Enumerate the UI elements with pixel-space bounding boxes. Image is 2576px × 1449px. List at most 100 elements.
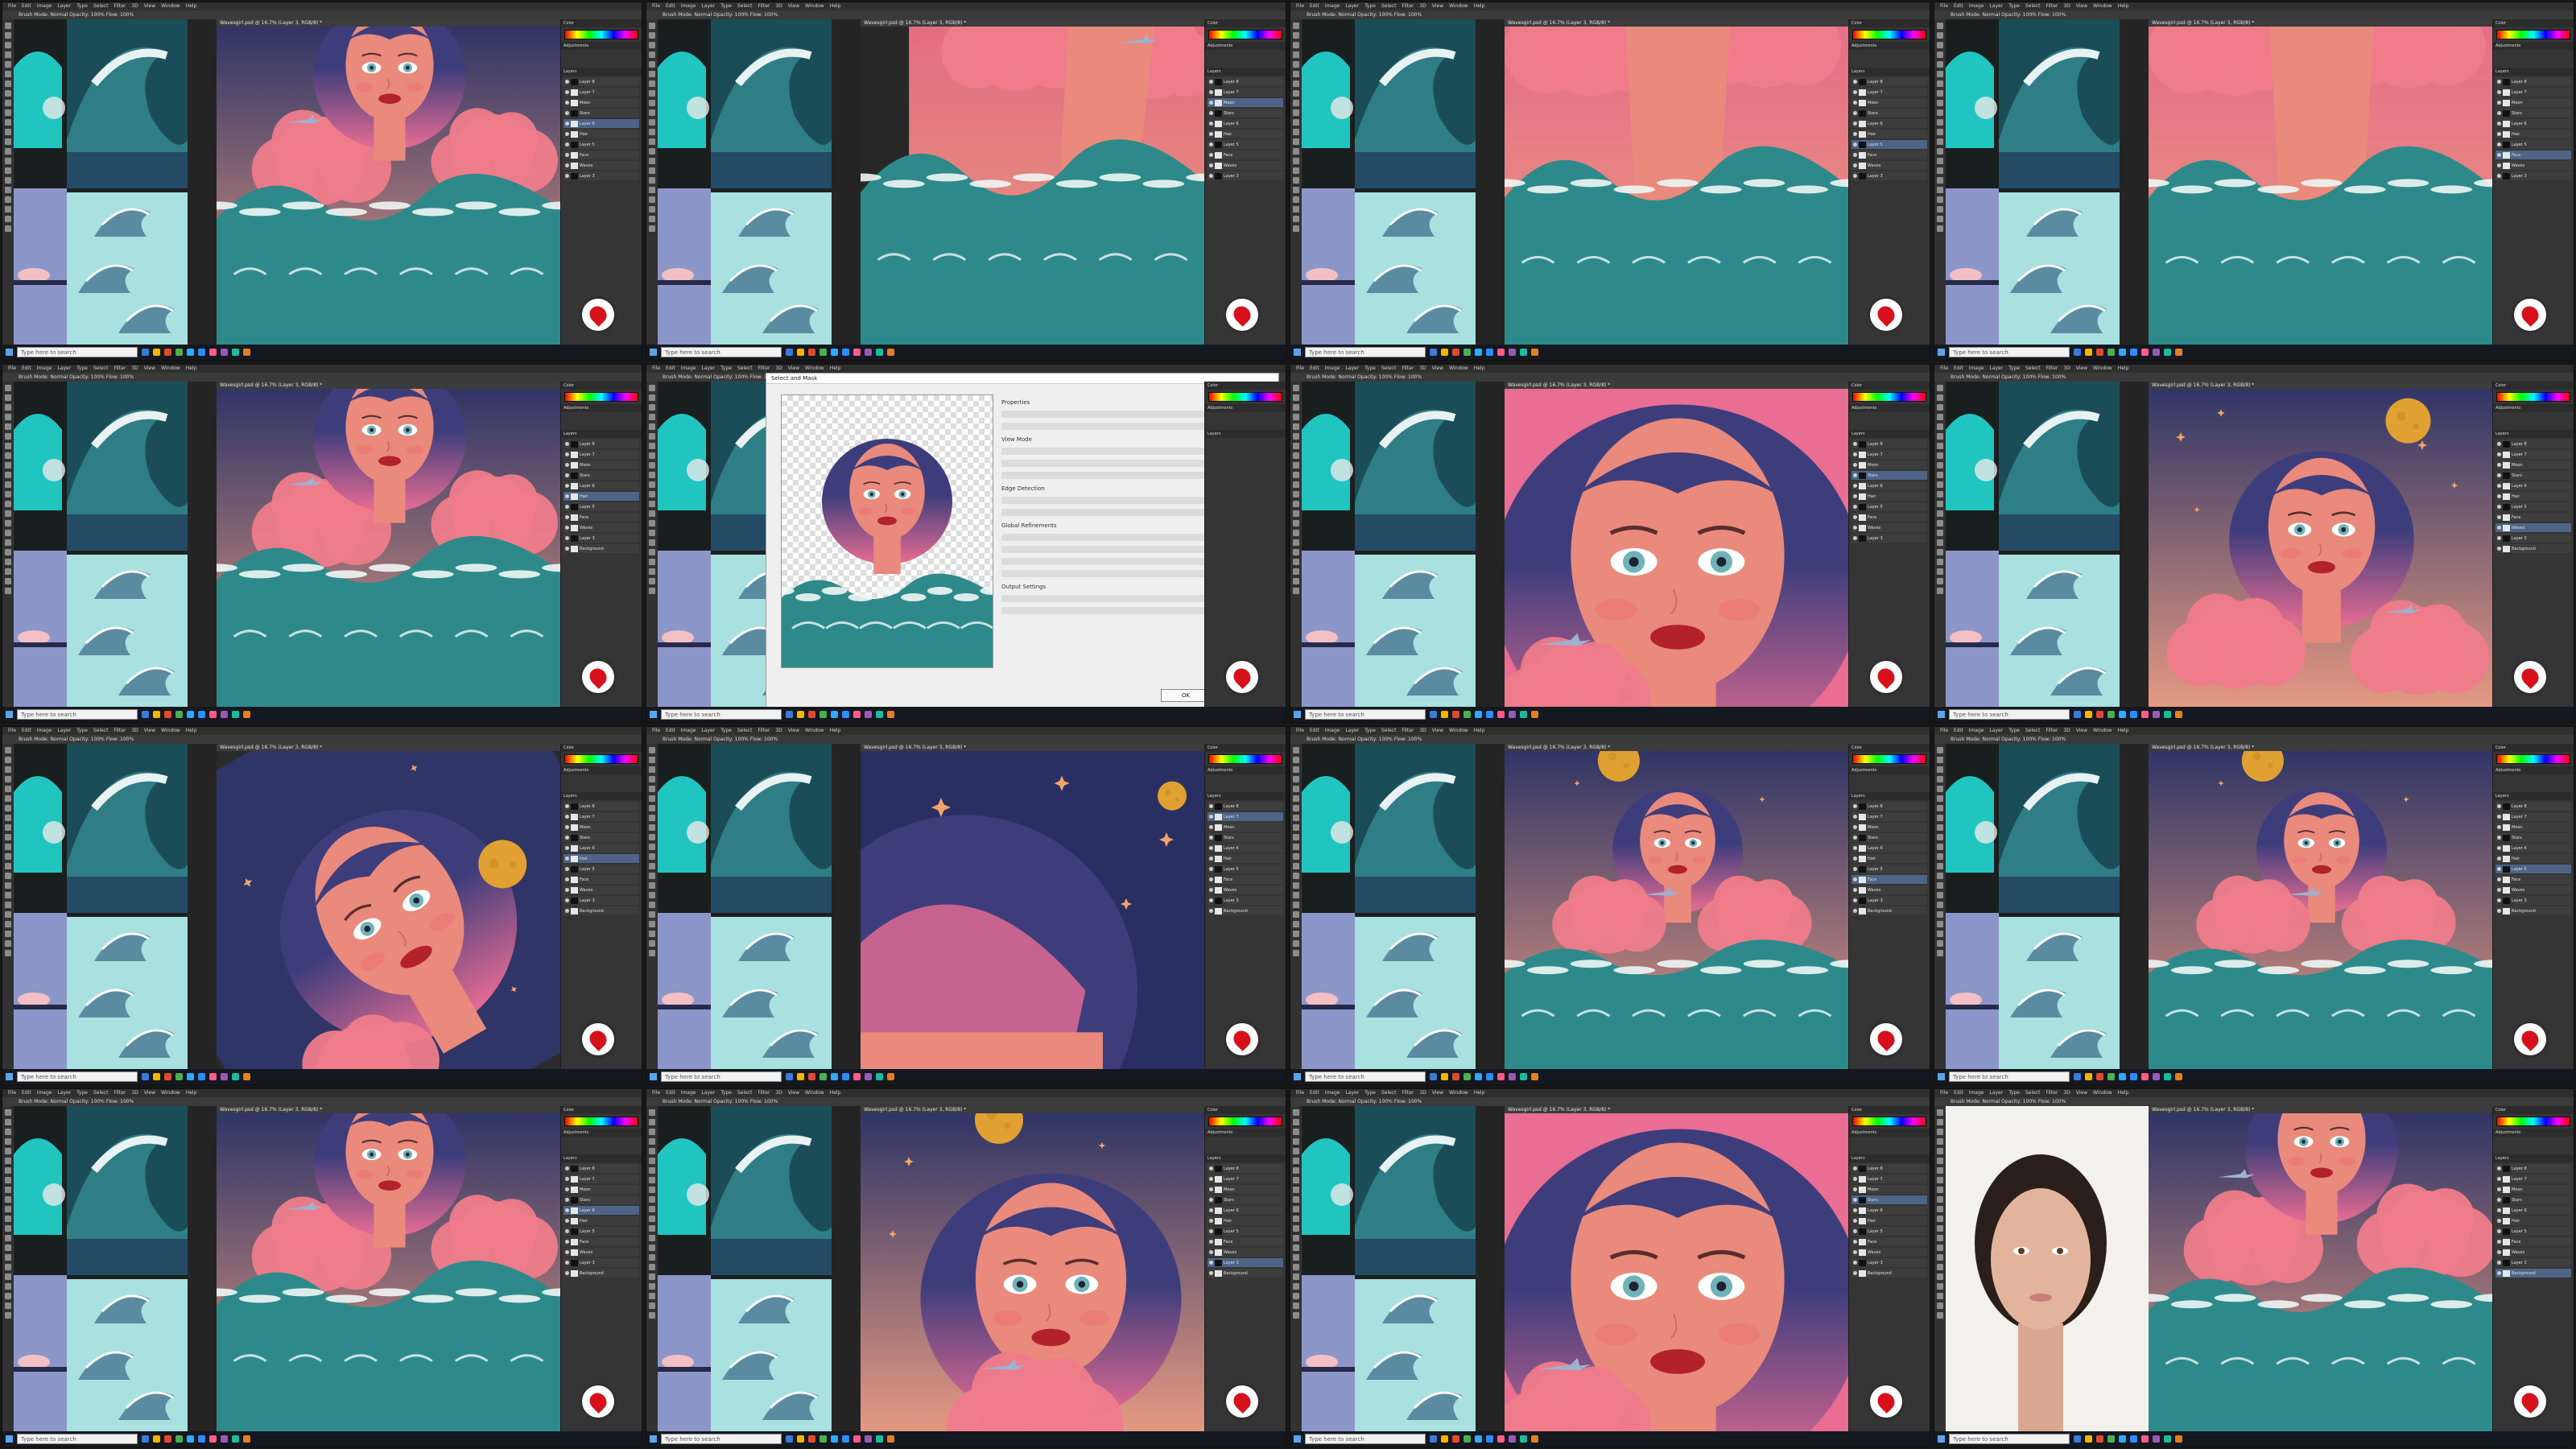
tool-icon[interactable] [1937, 1235, 1943, 1241]
taskbar-search-input[interactable]: Type here to search [1305, 347, 1426, 357]
tool-icon[interactable] [1293, 863, 1299, 869]
eye-icon[interactable] [2497, 442, 2501, 446]
tool-icon[interactable] [5, 931, 11, 937]
tool-icon[interactable] [1293, 911, 1299, 918]
taskbar-app-icon[interactable] [221, 1073, 228, 1080]
tool-icon[interactable] [5, 892, 11, 898]
taskbar-app-icon[interactable] [2164, 1073, 2171, 1080]
tool-icon[interactable] [1293, 1196, 1299, 1203]
menu-item[interactable]: Type [2008, 1090, 2020, 1096]
tool-icon[interactable] [1293, 931, 1299, 937]
eye-icon[interactable] [2497, 505, 2501, 509]
taskbar-app-icon[interactable] [198, 349, 205, 356]
menu-item[interactable]: View [2076, 365, 2087, 371]
menu-item[interactable]: File [1940, 728, 1948, 733]
color-panel-title[interactable]: Color [1205, 744, 1286, 752]
menu-item[interactable]: Filter [1402, 365, 1414, 371]
menu-item[interactable]: Type [720, 1090, 732, 1096]
layer-row[interactable]: Layer 6 [564, 1206, 639, 1215]
tool-icon[interactable] [1937, 42, 1943, 48]
canvas[interactable] [217, 27, 563, 345]
taskbar-app-icon[interactable] [153, 711, 160, 718]
taskbar-app-icon[interactable] [786, 1073, 793, 1080]
tool-icon[interactable] [649, 911, 655, 918]
tool-icon[interactable] [5, 491, 11, 497]
taskbar-app-icon[interactable] [808, 1435, 815, 1443]
eye-icon[interactable] [2497, 1250, 2501, 1254]
eye-icon[interactable] [2497, 132, 2501, 136]
layer-row[interactable]: Layer 3 [564, 1258, 639, 1267]
taskbar-app-icon[interactable] [2107, 1073, 2115, 1080]
layer-row[interactable]: Layer 7 [564, 812, 639, 821]
taskbar-search-input[interactable]: Type here to search [17, 1434, 138, 1444]
eye-icon[interactable] [1209, 1250, 1213, 1254]
layer-row[interactable]: Face [564, 875, 639, 884]
windows-start-icon[interactable] [1294, 349, 1301, 356]
eye-icon[interactable] [1853, 122, 1857, 126]
layer-row[interactable]: Layer 7 [1852, 812, 1927, 821]
menu-item[interactable]: Edit [1310, 1090, 1319, 1096]
tool-icon[interactable] [1937, 539, 1943, 546]
tool-icon[interactable] [649, 414, 655, 420]
taskbar-app-icon[interactable] [865, 1435, 872, 1443]
color-panel-title[interactable]: Color [1205, 19, 1286, 27]
tool-icon[interactable] [1293, 32, 1299, 39]
menu-item[interactable]: Window [2093, 1090, 2112, 1096]
tool-icon[interactable] [5, 196, 11, 203]
tool-icon[interactable] [1937, 1293, 1943, 1299]
tool-icon[interactable] [5, 129, 11, 135]
taskbar-app-icon[interactable] [1531, 1073, 1538, 1080]
tool-icon[interactable] [1293, 844, 1299, 850]
tool-icon[interactable] [1293, 530, 1299, 536]
tool-icon[interactable] [1293, 196, 1299, 203]
layers-panel-title[interactable]: Layers [1849, 792, 1930, 800]
taskbar-search-input[interactable]: Type here to search [1305, 1434, 1426, 1444]
layer-row[interactable]: Hair [1208, 130, 1283, 138]
tool-icon[interactable] [649, 520, 655, 526]
menu-item[interactable]: Image [1969, 728, 1984, 733]
tool-icon[interactable] [5, 1187, 11, 1193]
menu-item[interactable]: Type [2008, 365, 2020, 371]
eye-icon[interactable] [1853, 1198, 1857, 1202]
tool-icon[interactable] [649, 757, 655, 763]
eye-icon[interactable] [565, 505, 569, 509]
layer-row[interactable]: Hair [2496, 854, 2571, 863]
tool-icon[interactable] [5, 549, 11, 555]
canvas[interactable] [217, 389, 563, 707]
options-text[interactable]: Brush Mode: Normal Opacity: 100% Flow: 1… [1307, 1099, 1422, 1104]
layer-row[interactable]: Moon [564, 823, 639, 832]
menu-item[interactable]: File [1940, 365, 1948, 371]
tool-icon[interactable] [649, 187, 655, 193]
taskbar-app-icon[interactable] [842, 1435, 849, 1443]
color-panel-title[interactable]: Color [561, 1106, 642, 1114]
taskbar-app-icon[interactable] [209, 349, 217, 356]
tool-icon[interactable] [649, 443, 655, 449]
menu-item[interactable]: Help [1474, 3, 1485, 9]
menu-item[interactable]: Edit [1310, 728, 1319, 733]
layer-row[interactable]: Layer 3 [2496, 896, 2571, 905]
document-tab[interactable]: Wavesgirl.psd @ 16.7% (Layer 3, RGB/8) * [1505, 1106, 1851, 1113]
menu-item[interactable]: Edit [666, 365, 675, 371]
menu-item[interactable]: Type [76, 728, 88, 733]
menu-item[interactable]: Image [1325, 3, 1340, 9]
tool-icon[interactable] [5, 1293, 11, 1299]
color-panel-title[interactable]: Color [1205, 382, 1286, 390]
tool-icon[interactable] [649, 1264, 655, 1270]
canvas[interactable] [861, 27, 1207, 345]
layer-row[interactable]: Layer 8 [564, 440, 639, 448]
eye-icon[interactable] [2497, 452, 2501, 456]
layer-row[interactable]: Background [1208, 906, 1283, 915]
layer-row[interactable]: Layer 8 [1852, 1164, 1927, 1173]
canvas[interactable] [2149, 389, 2495, 707]
eye-icon[interactable] [565, 442, 569, 446]
layer-row[interactable]: Layer 3 [1852, 896, 1927, 905]
eye-icon[interactable] [565, 1250, 569, 1254]
taskbar-app-icon[interactable] [797, 349, 804, 356]
taskbar-app-icon[interactable] [1509, 711, 1516, 718]
tool-icon[interactable] [5, 1167, 11, 1174]
tool-icon[interactable] [1937, 520, 1943, 526]
eye-icon[interactable] [2497, 463, 2501, 467]
eye-icon[interactable] [2497, 877, 2501, 881]
tool-icon[interactable] [1937, 863, 1943, 869]
tool-icon[interactable] [1293, 385, 1299, 391]
